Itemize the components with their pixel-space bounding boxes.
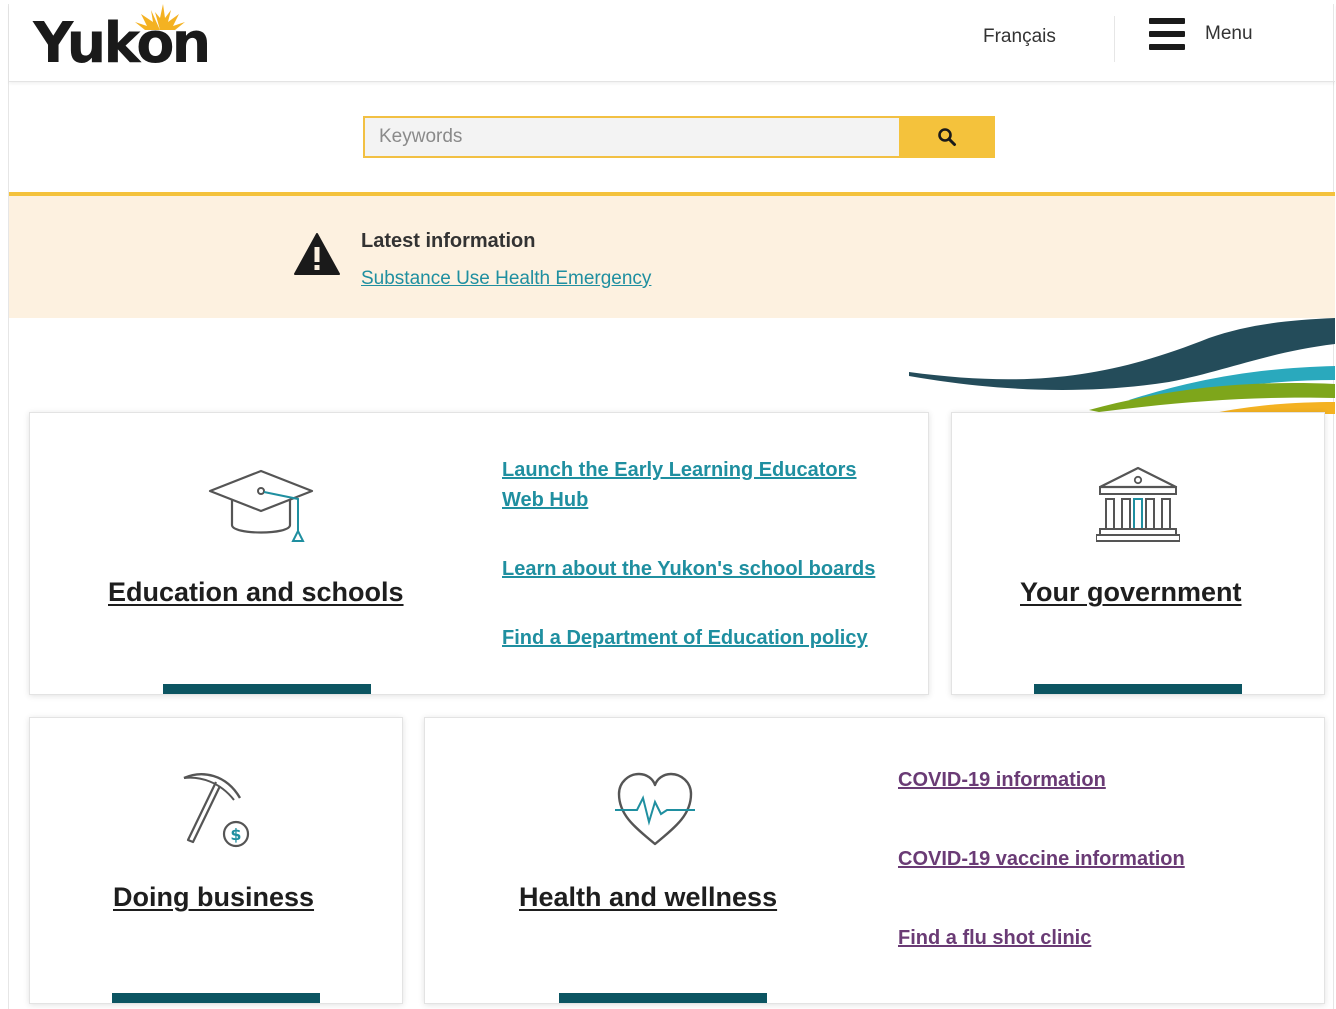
card-your-government: Your government [951,412,1325,695]
health-link-covid-vaccine[interactable]: COVID-19 vaccine information [898,844,1185,874]
card-accent-bar [559,993,767,1003]
card-accent-bar [163,684,371,694]
health-card-title[interactable]: Health and wellness [519,882,777,913]
site-header: Yukon Français Menu [9,4,1335,82]
health-link-covid-info[interactable]: COVID-19 information [898,765,1106,795]
alert-link[interactable]: Substance Use Health Emergency [361,268,651,290]
business-card-title[interactable]: Doing business [113,882,314,913]
search-icon [938,128,956,146]
edu-link-school-boards[interactable]: Learn about the Yukon's school boards [502,554,875,584]
health-link-flu-shot[interactable]: Find a flu shot clinic [898,923,1091,953]
search-button[interactable] [899,116,995,158]
warning-icon [294,233,340,275]
edu-link-policy[interactable]: Find a Department of Education policy [502,623,868,653]
government-building-icon [1096,466,1180,542]
logo-wordmark: Yukon [33,11,211,76]
alert-title: Latest information [361,230,536,252]
card-accent-bar [112,993,320,1003]
card-education-and-schools: Education and schools Launch the Early L… [29,412,929,695]
menu-button[interactable]: Menu [1149,14,1269,54]
menu-label: Menu [1205,23,1253,44]
hamburger-menu-icon [1149,18,1185,50]
svg-text:$: $ [230,825,241,844]
decorative-wave [909,318,1335,414]
card-health-and-wellness: Health and wellness COVID-19 information… [424,717,1325,1004]
search-bar [363,116,995,158]
card-accent-bar [1034,684,1242,694]
header-divider [1114,16,1115,62]
graduation-cap-icon [208,469,314,542]
yukon-logo[interactable]: Yukon [33,4,223,78]
edu-link-web-hub[interactable]: Launch the Early Learning Educators Web … [502,455,892,515]
language-toggle-link[interactable]: Français [983,26,1056,48]
government-card-title[interactable]: Your government [1020,577,1242,608]
page: Yukon Français Menu Latest [8,4,1335,1009]
latest-information-banner: Latest information Substance Use Health … [9,192,1335,318]
search-input[interactable] [363,116,899,158]
pickaxe-dollar-icon: $ [183,773,250,848]
education-card-title[interactable]: Education and schools [108,577,404,608]
heart-pulse-icon [615,772,695,846]
card-doing-business: $ Doing business [29,717,403,1004]
